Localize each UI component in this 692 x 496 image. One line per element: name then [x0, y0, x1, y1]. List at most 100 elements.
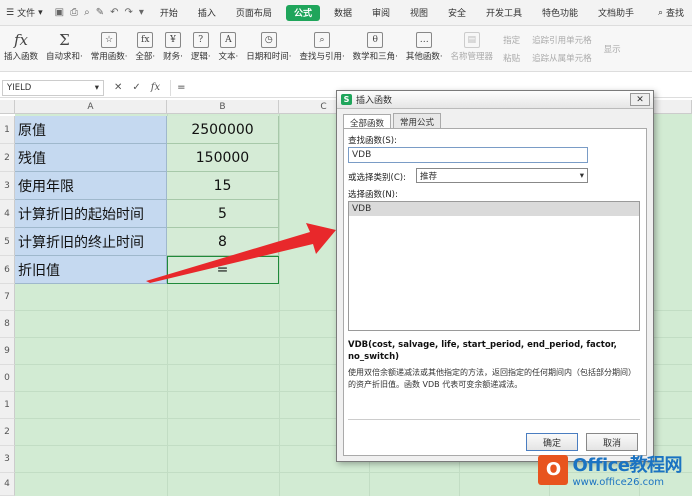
fx-icon[interactable]: fx — [151, 82, 160, 93]
print-icon[interactable]: ⎙ — [70, 7, 78, 18]
tab-security[interactable]: 安全 — [438, 0, 476, 25]
row-header[interactable]: 1 — [0, 392, 15, 419]
tab-developer[interactable]: 开发工具 — [476, 0, 532, 25]
cell-a4[interactable]: 计算折旧的起始时间 — [15, 200, 167, 228]
close-icon: ✕ — [636, 94, 644, 105]
cell-b5[interactable]: 8 — [167, 228, 279, 256]
row-header[interactable]: 2 — [0, 419, 15, 446]
row-header[interactable]: 7 — [0, 284, 15, 311]
tab-formulas[interactable]: 公式 — [285, 4, 320, 21]
insert-function-label: 插入函数 — [4, 52, 39, 62]
select-all-corner[interactable] — [0, 100, 15, 114]
search-function-input[interactable]: VDB — [348, 147, 588, 163]
cell-b1[interactable]: 2500000 — [167, 116, 279, 144]
ok-button[interactable]: 确定 — [526, 433, 578, 451]
finance-label: 财务· — [163, 52, 183, 62]
cell-a6[interactable]: 折旧值 — [15, 256, 167, 284]
tab-insert[interactable]: 插入 — [188, 0, 226, 25]
cell-a1[interactable]: 原值 — [15, 116, 167, 144]
insert-function-button[interactable]: fx 插入函数 — [0, 26, 42, 71]
undo-icon[interactable]: ↶ — [110, 7, 118, 18]
cell-b4[interactable]: 5 — [167, 200, 279, 228]
row-header[interactable]: 3 — [0, 446, 15, 473]
cancel-icon[interactable]: ✕ — [114, 82, 122, 93]
name-box[interactable]: YIELD ▾ — [2, 79, 104, 96]
menu-bar: ☰ 文件 ▾ ▣ ⎙ ⌕ ✎ ↶ ↷ ▾ 开始 插入 页面布局 公式 数据 审阅… — [0, 0, 692, 26]
row-header[interactable]: 0 — [0, 365, 15, 392]
search-button[interactable]: ⌕ 查找 — [658, 6, 692, 20]
format-painter-icon[interactable]: ✎ — [96, 7, 104, 18]
lookup-icon: ⌕ — [314, 32, 331, 48]
cell-a2[interactable]: 残值 — [15, 144, 167, 172]
save-icon[interactable]: ▣ — [55, 7, 64, 18]
datetime-button[interactable]: ◷ 日期和时间· — [242, 26, 295, 71]
chevron-down-icon: ▾ — [94, 82, 99, 93]
cell-a3[interactable]: 使用年限 — [15, 172, 167, 200]
category-select[interactable]: 推荐 ▾ — [416, 168, 588, 183]
specify-button[interactable]: 指定 — [503, 34, 520, 46]
row-header[interactable]: 1 — [0, 116, 15, 144]
row-header[interactable]: 2 — [0, 144, 15, 172]
recent-functions-icon: ☆ — [101, 32, 118, 48]
column-header-b[interactable]: B — [167, 100, 279, 114]
clock-icon: ◷ — [260, 32, 277, 48]
tab-data[interactable]: 数据 — [324, 0, 362, 25]
row-header[interactable]: 3 — [0, 172, 15, 200]
trace-precedents-button[interactable]: 追踪引用单元格 — [532, 34, 592, 46]
logic-button[interactable]: ? 逻辑· — [187, 26, 215, 71]
cell-a5[interactable]: 计算折旧的终止时间 — [15, 228, 167, 256]
tab-view[interactable]: 视图 — [400, 0, 438, 25]
row-header[interactable]: 4 — [0, 473, 15, 496]
tab-special[interactable]: 特色功能 — [532, 0, 588, 25]
row-header[interactable]: 6 — [0, 256, 15, 284]
all-functions-button[interactable]: fx 全部· — [131, 26, 159, 71]
redo-icon[interactable]: ↷ — [124, 7, 132, 18]
close-button[interactable]: ✕ — [630, 93, 650, 106]
dialog-title-bar[interactable]: S 插入函数 ✕ — [337, 91, 653, 109]
recent-functions-button[interactable]: ☆ 常用函数· — [87, 26, 132, 71]
cancel-button[interactable]: 取消 — [586, 433, 638, 451]
text-button[interactable]: A 文本· — [215, 26, 243, 71]
preview-icon[interactable]: ⌕ — [84, 7, 90, 18]
cell-b2[interactable]: 150000 — [167, 144, 279, 172]
function-list[interactable]: VDB — [348, 201, 640, 331]
other-functions-icon: … — [416, 32, 433, 48]
other-functions-button[interactable]: … 其他函数· — [402, 26, 447, 71]
formula-bar-icons: ✕ ✓ fx — [104, 82, 170, 93]
cell-b3[interactable]: 15 — [167, 172, 279, 200]
tab-home[interactable]: 开始 — [150, 0, 188, 25]
tab-page-layout[interactable]: 页面布局 — [226, 0, 282, 25]
search-function-label: 查找函数(S): — [348, 136, 397, 146]
quick-access-toolbar: ▣ ⎙ ⌕ ✎ ↶ ↷ ▾ — [49, 7, 150, 18]
paste-button[interactable]: 粘贴 — [503, 52, 520, 64]
chevron-down-icon: ▾ — [38, 7, 43, 18]
hamburger-icon: ☰ — [6, 7, 15, 18]
ribbon-tabs: 开始 插入 页面布局 公式 数据 审阅 视图 安全 开发工具 特色功能 文档助手 — [150, 0, 644, 25]
trace-dependents-button[interactable]: 追踪从属单元格 — [532, 52, 592, 64]
row-header[interactable]: 8 — [0, 311, 15, 338]
list-item[interactable]: VDB — [349, 202, 639, 216]
chevron-down-icon[interactable]: ▾ — [139, 7, 144, 18]
tab-doc-assistant[interactable]: 文档助手 — [588, 0, 644, 25]
finance-button[interactable]: ¥ 财务· — [159, 26, 187, 71]
math-label: 数学和三角· — [352, 52, 398, 62]
row-header[interactable]: 5 — [0, 228, 15, 256]
tab-review[interactable]: 审阅 — [362, 0, 400, 25]
row-header[interactable]: 9 — [0, 338, 15, 365]
fx-icon: fx — [14, 31, 29, 49]
name-manager-button[interactable]: ▤ 名称管理器 — [447, 26, 498, 71]
show-tools-group: 显示 — [598, 26, 627, 71]
file-menu-label: 文件 — [17, 9, 36, 19]
column-header-a[interactable]: A — [15, 100, 167, 114]
autosum-button[interactable]: Σ 自动求和· — [42, 26, 87, 71]
lookup-button[interactable]: ⌕ 查找与引用· — [295, 26, 348, 71]
ribbon: fx 插入函数 Σ 自动求和· ☆ 常用函数· fx 全部· ¥ 财务· ? 逻… — [0, 26, 692, 72]
show-button[interactable]: 显示 — [604, 43, 621, 55]
cell-b6[interactable]: = — [167, 256, 279, 284]
recent-functions-label: 常用函数· — [90, 52, 128, 62]
all-functions-label: 全部· — [135, 52, 156, 62]
row-header[interactable]: 4 — [0, 200, 15, 228]
math-button[interactable]: θ 数学和三角· — [349, 26, 402, 71]
confirm-icon[interactable]: ✓ — [132, 82, 140, 93]
file-menu[interactable]: ☰ 文件 ▾ — [0, 6, 49, 20]
